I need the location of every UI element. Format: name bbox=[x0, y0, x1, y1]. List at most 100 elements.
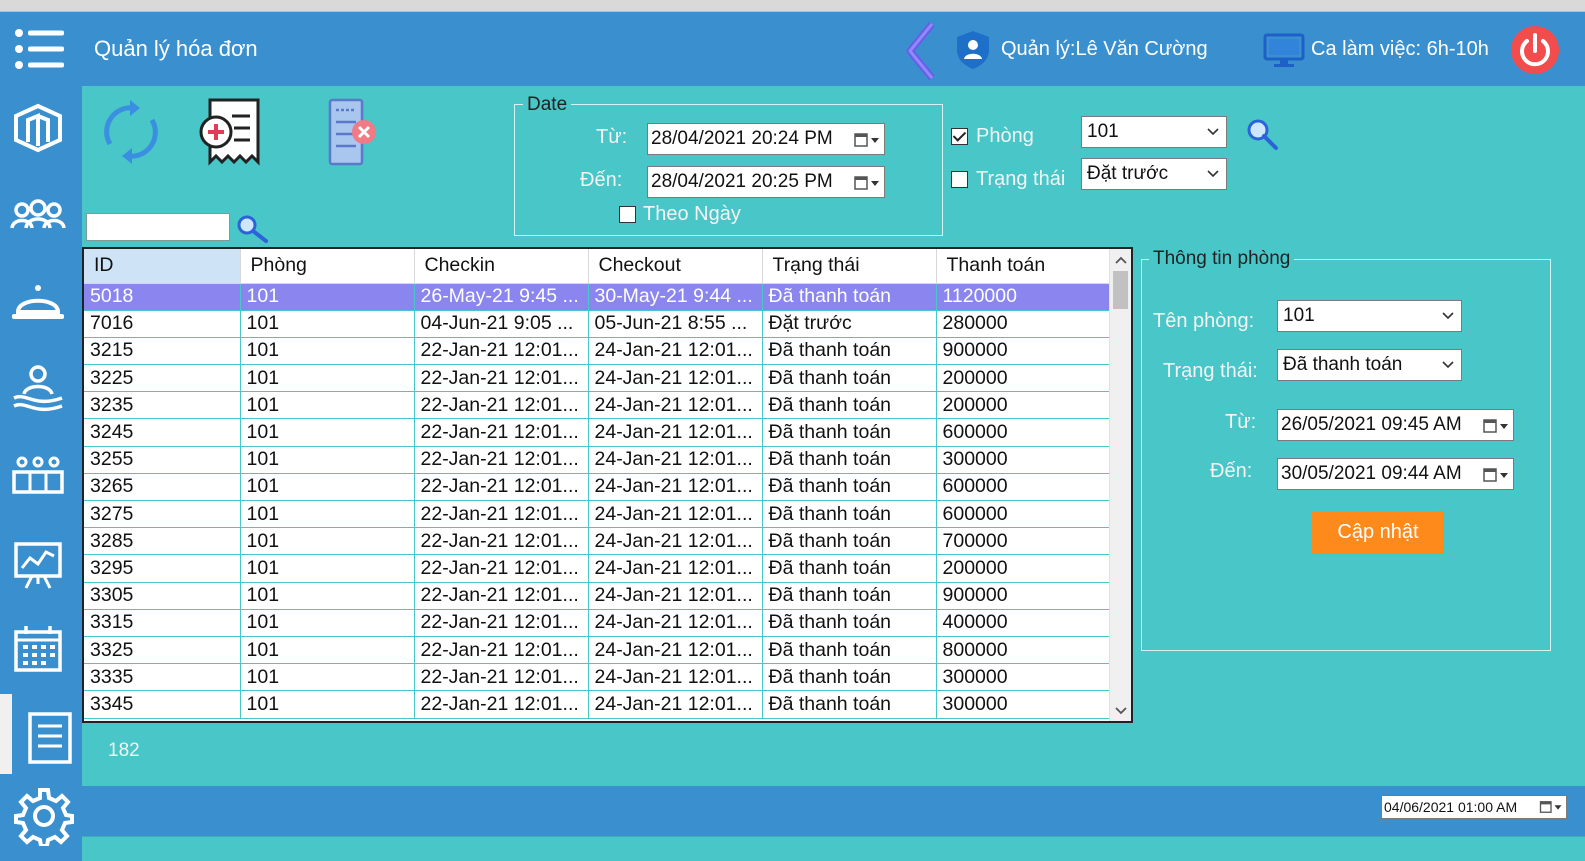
table-cell: 400000 bbox=[936, 609, 1112, 637]
table-row[interactable]: 3255 101 22-Jan-21 12:01... 24-Jan-21 12:01… bbox=[84, 446, 1112, 474]
table-cell: 22-Jan-21 12:01... bbox=[414, 609, 589, 637]
calendar-dropdown-icon[interactable] bbox=[854, 132, 880, 148]
room-from-date-picker[interactable]: 26/05/2021 09:45 AM bbox=[1277, 409, 1514, 441]
table-row[interactable]: 5018 101 26-May-21 9:45 ... 30-May-21 9:44 … bbox=[84, 283, 1112, 311]
room-from-label: Từ: bbox=[1225, 411, 1257, 433]
to-date-picker[interactable]: 28/04/2021 20:25 PM bbox=[647, 166, 885, 198]
by-day-checkbox[interactable] bbox=[619, 206, 636, 223]
table-row[interactable]: 3315 101 22-Jan-21 12:01... 24-Jan-21 12:01… bbox=[84, 609, 1112, 637]
table-row[interactable]: 3225 101 22-Jan-21 12:01... 24-Jan-21 12:01… bbox=[84, 364, 1112, 393]
table-cell: 3245 bbox=[84, 418, 241, 447]
service-bell-icon[interactable] bbox=[8, 272, 68, 332]
table-scrollbar[interactable] bbox=[1109, 249, 1131, 721]
status-filter-select[interactable]: Đặt trước bbox=[1081, 158, 1227, 190]
settings-icon[interactable] bbox=[14, 786, 74, 846]
table-cell: Đã thanh toán bbox=[762, 337, 937, 366]
column-header[interactable]: Checkin bbox=[414, 249, 589, 284]
table-cell: Đã thanh toán bbox=[762, 391, 937, 420]
table-cell: 3315 bbox=[84, 609, 241, 637]
room-filter-checkbox[interactable] bbox=[951, 128, 968, 145]
table-row[interactable]: 3215 101 22-Jan-21 12:01... 24-Jan-21 12:01… bbox=[84, 337, 1112, 366]
table-cell: 24-Jan-21 12:01... bbox=[588, 527, 763, 556]
invoice-table[interactable]: ID Phòng Checkin Checkout Trạng thái Tha… bbox=[82, 247, 1133, 723]
table-cell: 101 bbox=[240, 310, 415, 338]
table-cell: 22-Jan-21 12:01... bbox=[414, 690, 589, 719]
table-cell: 22-Jan-21 12:01... bbox=[414, 636, 589, 665]
table-row[interactable]: 7016 101 04-Jun-21 9:05 ... 05-Jun-21 8:55 … bbox=[84, 310, 1112, 338]
table-cell: 101 bbox=[240, 500, 415, 529]
staff-icon[interactable] bbox=[8, 446, 68, 506]
table-cell: 24-Jan-21 12:01... bbox=[588, 609, 763, 637]
date-group-title: Date bbox=[523, 94, 572, 116]
room-status-value: Đã thanh toán bbox=[1283, 354, 1403, 375]
room-filter-select[interactable]: 101 bbox=[1081, 116, 1227, 148]
from-date-picker[interactable]: 28/04/2021 20:24 PM bbox=[647, 123, 885, 155]
by-day-label: Theo Ngày bbox=[643, 203, 741, 225]
table-cell: 22-Jan-21 12:01... bbox=[414, 500, 589, 529]
guest-icon[interactable] bbox=[8, 358, 68, 418]
table-cell: 101 bbox=[240, 582, 415, 610]
table-row[interactable]: 3305 101 22-Jan-21 12:01... 24-Jan-21 12:01… bbox=[84, 582, 1112, 610]
footer-date-picker[interactable]: 04/06/2021 01:00 AM bbox=[1381, 795, 1567, 819]
table-cell: 3255 bbox=[84, 446, 241, 474]
scroll-down-icon[interactable] bbox=[1115, 707, 1127, 715]
room-name-value: 101 bbox=[1283, 305, 1315, 326]
calendar-dropdown-icon[interactable] bbox=[854, 175, 880, 191]
column-header[interactable]: Trạng thái bbox=[762, 249, 937, 284]
calendar-dropdown-icon[interactable] bbox=[1539, 800, 1563, 814]
table-cell: 900000 bbox=[936, 582, 1112, 610]
table-row[interactable]: 3235 101 22-Jan-21 12:01... 24-Jan-21 12:01… bbox=[84, 391, 1112, 420]
delete-invoice-icon[interactable] bbox=[326, 96, 380, 168]
table-row[interactable]: 3345 101 22-Jan-21 12:01... 24-Jan-21 12:01… bbox=[84, 690, 1112, 719]
column-header[interactable]: Checkout bbox=[588, 249, 763, 284]
table-row[interactable]: 3335 101 22-Jan-21 12:01... 24-Jan-21 12:01… bbox=[84, 663, 1112, 692]
table-row[interactable]: 3295 101 22-Jan-21 12:01... 24-Jan-21 12:01… bbox=[84, 554, 1112, 583]
chevron-down-icon bbox=[1442, 361, 1454, 369]
rooms-icon[interactable] bbox=[8, 98, 68, 158]
table-cell: 22-Jan-21 12:01... bbox=[414, 663, 589, 692]
update-button[interactable]: Cập nhật bbox=[1312, 511, 1444, 554]
room-to-date-picker[interactable]: 30/05/2021 09:44 AM bbox=[1277, 458, 1514, 490]
table-cell: 200000 bbox=[936, 554, 1112, 583]
table-cell: 3305 bbox=[84, 582, 241, 610]
table-row[interactable]: 3285 101 22-Jan-21 12:01... 24-Jan-21 12:01… bbox=[84, 527, 1112, 556]
room-status-select[interactable]: Đã thanh toán bbox=[1277, 349, 1462, 381]
to-date-value: 28/04/2021 20:25 PM bbox=[651, 171, 833, 192]
search-input[interactable] bbox=[86, 213, 230, 241]
chevron-down-icon bbox=[1207, 128, 1219, 136]
scrollbar-thumb[interactable] bbox=[1113, 271, 1128, 309]
table-cell: 24-Jan-21 12:01... bbox=[588, 391, 763, 420]
table-cell: 101 bbox=[240, 690, 415, 719]
status-filter-value: Đặt trước bbox=[1087, 163, 1169, 184]
search-icon[interactable] bbox=[236, 214, 270, 244]
chevron-left-icon[interactable] bbox=[902, 20, 938, 82]
table-cell: 101 bbox=[240, 391, 415, 420]
table-row[interactable]: 3265 101 22-Jan-21 12:01... 24-Jan-21 12:01… bbox=[84, 473, 1112, 502]
table-row[interactable]: 3245 101 22-Jan-21 12:01... 24-Jan-21 12:01… bbox=[84, 418, 1112, 447]
room-search-icon[interactable] bbox=[1246, 118, 1280, 152]
scroll-up-icon[interactable] bbox=[1115, 256, 1127, 264]
add-invoice-icon[interactable] bbox=[196, 96, 264, 168]
power-button[interactable] bbox=[1511, 26, 1559, 74]
column-header[interactable]: Thanh toán bbox=[936, 249, 1112, 284]
table-cell: 101 bbox=[240, 283, 415, 311]
column-header[interactable]: Phòng bbox=[240, 249, 415, 284]
room-name-select[interactable]: 101 bbox=[1277, 300, 1462, 332]
table-row[interactable]: 3275 101 22-Jan-21 12:01... 24-Jan-21 12:01… bbox=[84, 500, 1112, 529]
table-row[interactable]: 3325 101 22-Jan-21 12:01... 24-Jan-21 12:01… bbox=[84, 636, 1112, 665]
status-filter-checkbox[interactable] bbox=[951, 171, 968, 188]
invoice-icon[interactable] bbox=[20, 708, 80, 768]
menu-icon[interactable] bbox=[14, 28, 66, 70]
column-header[interactable]: ID bbox=[84, 249, 241, 284]
table-cell: 101 bbox=[240, 337, 415, 366]
calendar-dropdown-icon[interactable] bbox=[1483, 418, 1509, 434]
table-cell: Đã thanh toán bbox=[762, 473, 937, 502]
refresh-icon[interactable] bbox=[96, 98, 166, 166]
calendar-icon[interactable] bbox=[8, 620, 68, 680]
statistics-icon[interactable] bbox=[8, 534, 68, 594]
customers-icon[interactable] bbox=[8, 186, 68, 246]
calendar-dropdown-icon[interactable] bbox=[1483, 467, 1509, 483]
table-cell: 24-Jan-21 12:01... bbox=[588, 337, 763, 366]
table-cell: 3235 bbox=[84, 391, 241, 420]
table-cell: 600000 bbox=[936, 418, 1112, 447]
